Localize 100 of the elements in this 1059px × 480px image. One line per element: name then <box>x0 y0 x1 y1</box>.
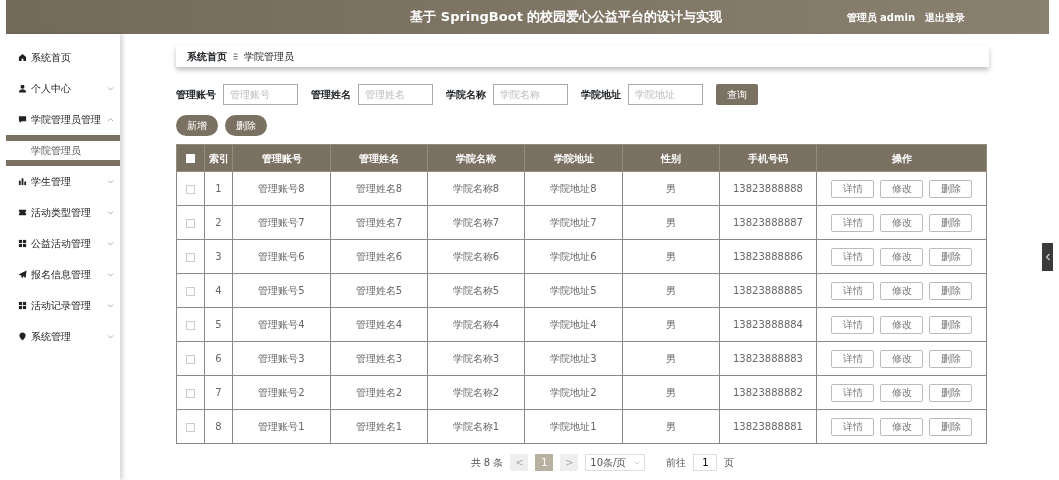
details-button[interactable]: 详情 <box>831 247 874 266</box>
details-button[interactable]: 详情 <box>831 417 874 436</box>
table-cell: 管理姓名2 <box>355 387 403 398</box>
row-checkbox[interactable] <box>186 320 195 330</box>
table-cell: 管理姓名3 <box>355 353 403 364</box>
table-cell: 13823888886 <box>733 251 803 262</box>
breadcrumb-link[interactable]: 系统首页 <box>187 49 227 64</box>
table-cell: 管理账号4 <box>258 319 305 330</box>
search-button[interactable]: 查询 <box>716 84 758 105</box>
paper-plane-icon <box>18 270 27 279</box>
table-cell: 13823888885 <box>733 285 803 296</box>
map-pin-icon <box>18 332 27 341</box>
page-number-field[interactable]: 1 <box>693 454 718 471</box>
table-cell: 13823888881 <box>733 421 803 432</box>
table-cell: 管理姓名7 <box>355 217 403 228</box>
table-cell: 学院名称2 <box>452 387 500 398</box>
grid-icon <box>18 301 27 310</box>
delete-button[interactable]: 删除 <box>929 281 972 300</box>
sidebar-item[interactable]: 学院管理员管理 <box>6 104 120 135</box>
details-button[interactable]: 详情 <box>831 281 874 300</box>
row-checkbox[interactable] <box>186 218 195 228</box>
table-cell: 男 <box>666 421 676 432</box>
delete-button[interactable]: 删除 <box>225 115 267 136</box>
table-cell: 学院名称4 <box>452 319 500 330</box>
table-cell: 学院地址6 <box>550 251 597 262</box>
sidebar-item[interactable]: 学生管理 <box>6 166 120 197</box>
user-name: 管理员 admin <box>846 10 915 25</box>
edit-button[interactable]: 修改 <box>880 383 923 402</box>
details-button[interactable]: 详情 <box>831 383 874 402</box>
delete-button[interactable]: 删除 <box>929 315 972 334</box>
edit-button[interactable]: 修改 <box>880 349 923 368</box>
table-cell: 管理账号1 <box>258 421 305 432</box>
delete-button[interactable]: 删除 <box>929 383 972 402</box>
add-button[interactable]: 新增 <box>176 115 218 136</box>
column-header: 学院地址 <box>553 152 594 164</box>
edit-button[interactable]: 修改 <box>880 417 923 436</box>
edit-button[interactable]: 修改 <box>880 315 923 334</box>
delete-button[interactable]: 删除 <box>929 349 972 368</box>
edit-button[interactable]: 修改 <box>880 179 923 198</box>
details-button[interactable]: 详情 <box>831 213 874 232</box>
row-checkbox[interactable] <box>186 354 195 364</box>
delete-button[interactable]: 删除 <box>929 213 972 232</box>
select-all-checkbox[interactable] <box>186 154 195 163</box>
page-size-select[interactable]: 10条/页 <box>585 454 646 471</box>
column-header: 学院名称 <box>456 152 496 164</box>
table-cell: 学院名称3 <box>452 353 500 364</box>
table-cell: 管理账号7 <box>258 217 305 228</box>
sidebar-item[interactable]: 公益活动管理 <box>6 228 120 259</box>
table-cell: 学院地址8 <box>550 183 597 194</box>
ticket-icon <box>18 208 27 217</box>
sidebar-item[interactable]: 报名信息管理 <box>6 259 120 290</box>
row-checkbox[interactable] <box>186 252 195 262</box>
home-icon <box>18 53 27 62</box>
sidebar-item[interactable]: 系统首页 <box>6 42 120 73</box>
edit-button[interactable]: 修改 <box>880 213 923 232</box>
search-field[interactable]: 管理账号 <box>223 84 298 105</box>
sidebar-item[interactable]: 个人中心 <box>6 73 120 104</box>
table-cell: 8 <box>215 421 222 432</box>
chevron-down-icon <box>634 460 641 465</box>
details-button[interactable]: 详情 <box>831 315 874 334</box>
sidebar-item[interactable]: 活动类型管理 <box>6 197 120 228</box>
table-cell: 2 <box>215 217 222 228</box>
row-checkbox[interactable] <box>186 422 195 432</box>
table-cell: 管理姓名5 <box>355 285 403 296</box>
details-button[interactable]: 详情 <box>831 349 874 368</box>
details-button[interactable]: 详情 <box>831 179 874 198</box>
column-header: 管理账号 <box>261 152 302 164</box>
search-field[interactable]: 管理姓名 <box>358 84 433 105</box>
table-cell: 男 <box>666 285 676 296</box>
table-cell: 管理姓名1 <box>355 421 403 432</box>
side-toggle-tab[interactable] <box>1042 243 1053 271</box>
table-cell: 管理姓名6 <box>355 251 403 262</box>
row-checkbox[interactable] <box>186 286 195 296</box>
delete-button[interactable]: 删除 <box>929 417 972 436</box>
delete-button[interactable]: 删除 <box>929 179 972 198</box>
column-header: 索引 <box>208 152 229 164</box>
logout-link[interactable]: 退出登录 <box>925 9 965 25</box>
goto-label: 前往 <box>666 456 687 470</box>
row-checkbox[interactable] <box>186 388 195 398</box>
table-cell: 管理姓名8 <box>355 183 403 194</box>
table-cell: 学院地址1 <box>550 421 597 432</box>
total-count: 共 8 条 <box>470 456 504 470</box>
page-unit-label: 页 <box>724 456 735 470</box>
table-cell: 4 <box>215 285 222 296</box>
submenu-item[interactable]: 学院管理员 <box>6 135 120 166</box>
table-cell: 13823888883 <box>733 353 803 364</box>
sidebar-item[interactable]: 活动记录管理 <box>6 290 120 321</box>
table-cell: 13823888882 <box>733 387 803 398</box>
edit-button[interactable]: 修改 <box>880 247 923 266</box>
sidebar-item[interactable]: 系统管理 <box>6 321 120 352</box>
table-cell: 学院名称1 <box>452 421 500 432</box>
grid-icon <box>18 239 27 248</box>
edit-button[interactable]: 修改 <box>880 281 923 300</box>
row-checkbox[interactable] <box>186 184 195 194</box>
table-cell: 13823888888 <box>733 183 803 194</box>
column-header: 手机号码 <box>748 152 788 164</box>
table-cell: 学院名称5 <box>452 285 500 296</box>
table-cell: 7 <box>215 387 222 398</box>
delete-button[interactable]: 删除 <box>929 247 972 266</box>
table-cell: 管理姓名4 <box>355 319 403 330</box>
